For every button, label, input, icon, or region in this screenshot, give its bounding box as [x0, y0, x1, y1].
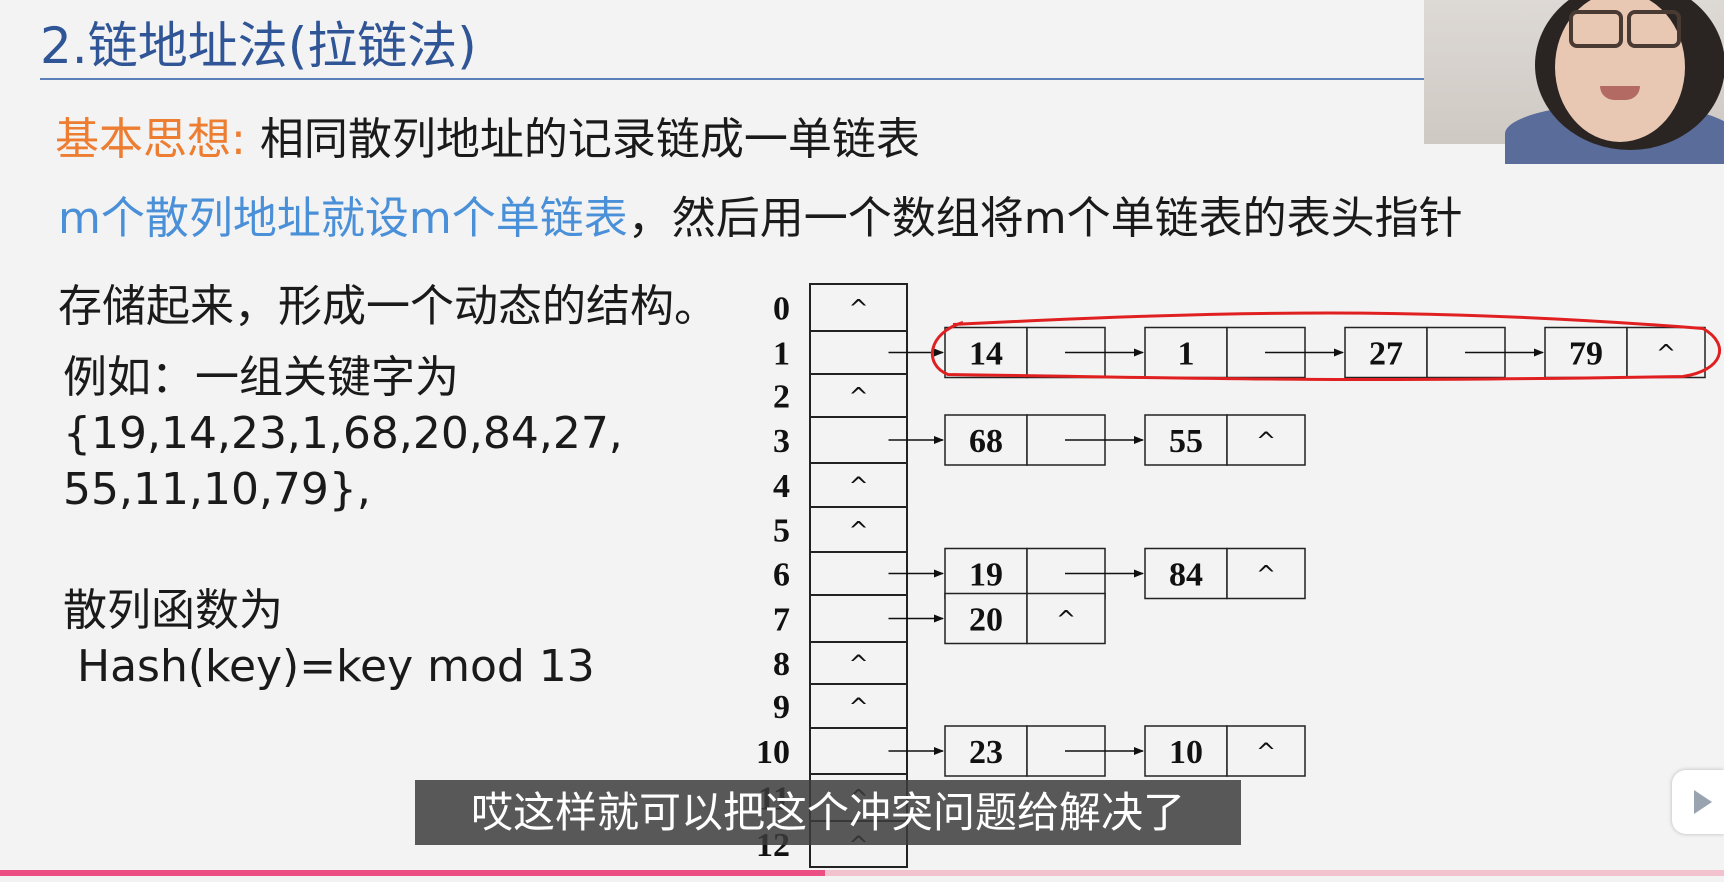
- table-index-label: 3: [773, 423, 790, 460]
- node-value: 68: [969, 423, 1003, 460]
- table-index-label: 1: [773, 336, 790, 373]
- node-null-symbol: ^: [1256, 427, 1276, 455]
- hash-table-diagram: 0 ^ 1 14 1 27 79 ^ 2 ^ 3 68 55 ^ 4 ^ 5 ^ 6 19 84 ^ 7 20 ^ 8 ^ 9 ^ 10 2…: [756, 283, 1722, 868]
- node-null-symbol: ^: [1256, 561, 1276, 589]
- node-value: 84: [1169, 557, 1203, 594]
- node-null-symbol: ^: [1256, 738, 1276, 766]
- table-index-label: 6: [773, 557, 790, 594]
- null-pointer-symbol: ^: [848, 650, 868, 678]
- table-index-label: 2: [773, 379, 790, 416]
- node-value: 55: [1169, 423, 1203, 460]
- node-value: 20: [969, 602, 1003, 639]
- table-index-label: 10: [756, 734, 790, 771]
- node-value: 1: [1178, 336, 1195, 373]
- table-index-label: 8: [773, 646, 790, 683]
- null-pointer-symbol: ^: [848, 693, 868, 721]
- null-pointer-symbol: ^: [848, 472, 868, 500]
- node-value: 23: [969, 734, 1003, 771]
- null-pointer-symbol: ^: [848, 383, 868, 411]
- null-pointer-symbol: ^: [848, 295, 868, 323]
- node-value: 19: [969, 557, 1003, 594]
- node-value: 27: [1369, 336, 1403, 373]
- node-value: 79: [1569, 336, 1603, 373]
- table-index-label: 9: [773, 689, 790, 726]
- table-index-label: 5: [773, 513, 790, 550]
- table-index-label: 4: [773, 468, 790, 505]
- node-value: 10: [1169, 734, 1203, 771]
- table-index-label: 7: [773, 602, 790, 639]
- table-index-label: 0: [773, 291, 790, 328]
- progress-fill: [0, 870, 825, 876]
- side-play-button[interactable]: [1672, 770, 1724, 834]
- subtitle-caption: 哎这样就可以把这个冲突问题给解决了: [415, 780, 1241, 845]
- node-null-symbol: ^: [1656, 340, 1676, 368]
- node-value: 14: [969, 336, 1003, 373]
- node-null-symbol: ^: [1056, 606, 1076, 634]
- play-icon: [1694, 790, 1712, 814]
- null-pointer-symbol: ^: [848, 517, 868, 545]
